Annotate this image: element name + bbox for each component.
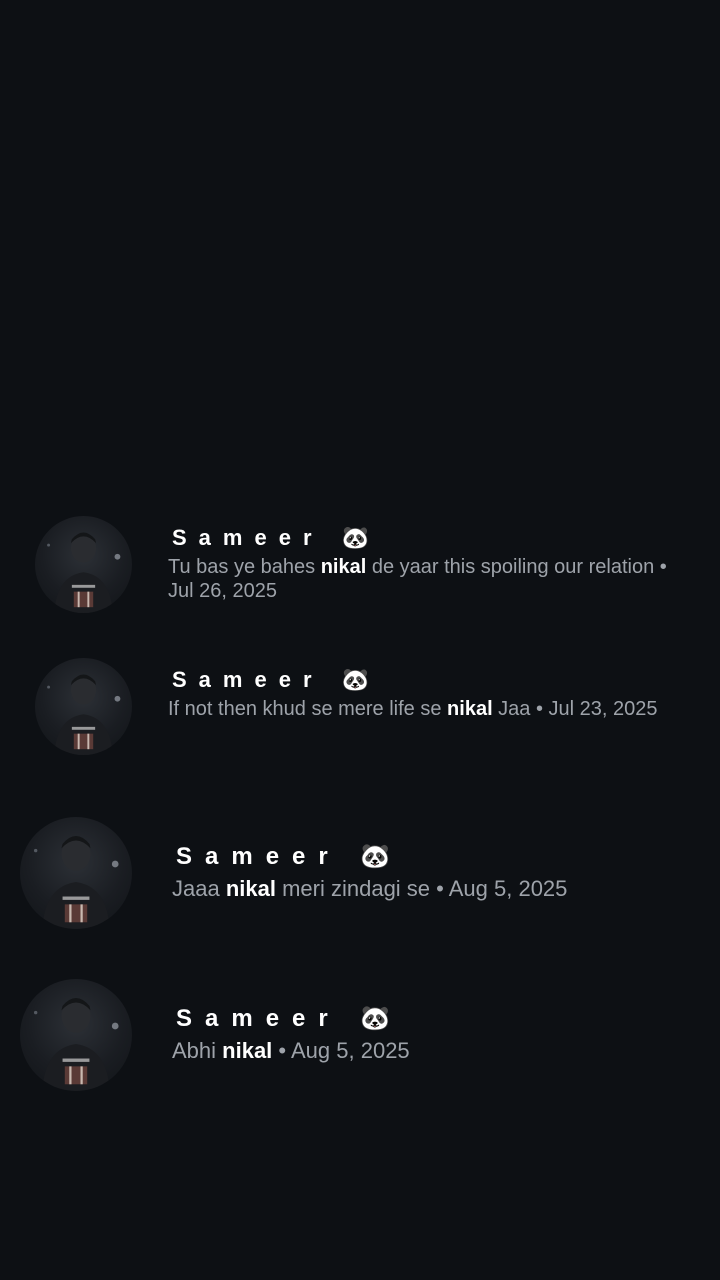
avatar[interactable]	[35, 658, 132, 755]
contact-name: Sameer 🐼	[176, 1007, 390, 1031]
panda-emoji-icon: 🐼	[360, 843, 391, 870]
contact-name-text: Sameer	[172, 525, 324, 550]
snippet-highlight: nikal	[225, 876, 276, 901]
contact-name-text: Sameer	[176, 1005, 341, 1032]
profile-photo-icon	[34, 998, 119, 1091]
snippet-after: meri zindagi se • Aug 5, 2025	[275, 876, 568, 901]
panda-emoji-icon: 🐼	[360, 1005, 391, 1032]
message-snippet: If not then khud se mere life se nikal J…	[168, 697, 688, 721]
snippet-highlight: nikal	[222, 1038, 273, 1063]
contact-name-text: Sameer	[172, 667, 324, 692]
message-snippet: Tu bas ye bahes nikal de yaar this spoil…	[168, 555, 688, 603]
contact-name: Sameer 🐼	[172, 669, 369, 691]
contact-name-text: Sameer	[176, 843, 341, 870]
snippet-before: Jaaa	[172, 876, 226, 901]
avatar[interactable]	[20, 979, 132, 1091]
snippet-before: Abhi	[172, 1038, 223, 1063]
snippet-highlight: nikal	[320, 556, 367, 578]
snippet-highlight: nikal	[447, 698, 493, 720]
profile-photo-icon	[34, 836, 119, 929]
message-snippet: Abhi nikal • Aug 5, 2025	[172, 1038, 692, 1064]
panda-emoji-icon: 🐼	[341, 667, 370, 692]
contact-name: Sameer 🐼	[176, 845, 390, 869]
panda-emoji-icon: 🐼	[341, 525, 370, 550]
message-snippet: Jaaa nikal meri zindagi se • Aug 5, 2025	[172, 876, 692, 902]
profile-photo-icon	[47, 674, 121, 755]
snippet-before: Tu bas ye bahes	[168, 556, 321, 578]
avatar[interactable]	[20, 817, 132, 929]
contact-name: Sameer 🐼	[172, 527, 369, 549]
snippet-after: Jaa • Jul 23, 2025	[492, 698, 658, 720]
profile-photo-icon	[47, 532, 121, 613]
snippet-after: • Aug 5, 2025	[272, 1038, 410, 1063]
snippet-before: If not then khud se mere life se	[168, 698, 448, 720]
avatar[interactable]	[35, 516, 132, 613]
